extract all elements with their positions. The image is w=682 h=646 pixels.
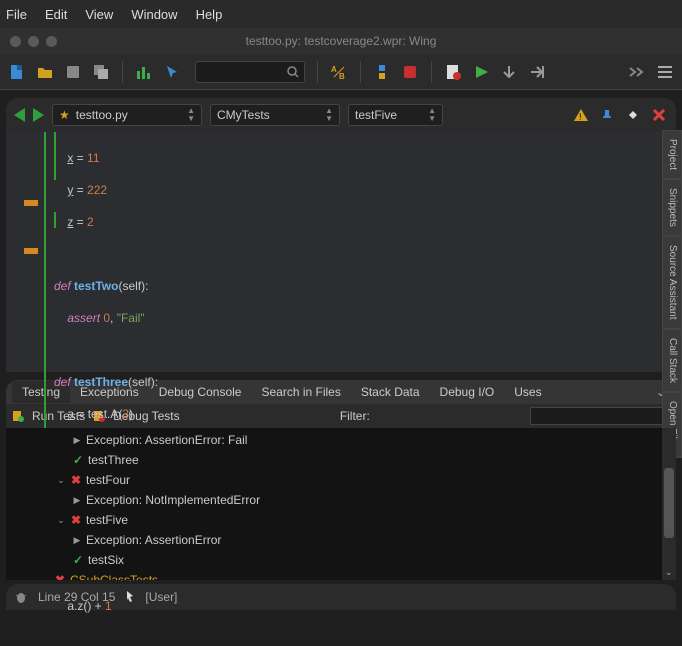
pin-icon[interactable]	[598, 106, 616, 124]
chevron-right-icon: ▶	[72, 535, 82, 546]
main-menu-bar: File Edit View Window Help	[0, 0, 682, 28]
python-icon[interactable]	[373, 63, 391, 81]
window-title: testtoo.py: testcoverage2.wpr: Wing	[246, 34, 437, 48]
tree-row-exception[interactable]: ▶Exception: AssertionError	[6, 530, 676, 550]
chevron-updown-icon: ▲▼	[325, 107, 333, 123]
main-toolbar: AB	[0, 54, 682, 90]
breakpoint-file-icon[interactable]	[444, 63, 462, 81]
tab-project[interactable]: Project	[662, 130, 682, 179]
chevron-down-icon: ⌄	[40, 575, 50, 581]
chevron-down-icon[interactable]: ⌄	[665, 567, 673, 578]
code-editor[interactable]: x = 11 y = 222 z = 2 def testTwo(self): …	[6, 132, 676, 372]
save-icon[interactable]	[64, 63, 82, 81]
tab-stack-data[interactable]: Stack Data	[351, 381, 430, 403]
tree-row-test[interactable]: ⌄✖testFive	[6, 510, 676, 530]
star-icon: ★	[59, 108, 70, 122]
gutter-marker[interactable]	[24, 200, 38, 206]
menu-file[interactable]: File	[6, 7, 27, 22]
file-dropdown-label: testtoo.py	[76, 108, 181, 122]
run-tests-icon	[12, 410, 24, 422]
editor-gutter[interactable]	[6, 132, 46, 372]
tab-uses[interactable]: Uses	[504, 381, 551, 403]
bug-icon[interactable]	[14, 590, 28, 604]
chevron-down-icon: ⌄	[56, 475, 66, 486]
menu-icon[interactable]	[656, 63, 674, 81]
open-file-icon[interactable]	[36, 63, 54, 81]
tree-row-class[interactable]: ⌄✖CSubClassTests	[6, 570, 676, 580]
bookmark-icon[interactable]	[624, 106, 642, 124]
nav-forward-button[interactable]	[33, 108, 44, 122]
filter-input[interactable]	[530, 407, 670, 425]
minimize-window-icon[interactable]	[28, 36, 39, 47]
tree-row-exception[interactable]: ▶Exception: NotImplementedError	[6, 490, 676, 510]
side-tool-tabs: Project Snippets Source Assistant Call S…	[662, 130, 682, 458]
tab-source-assistant[interactable]: Source Assistant	[662, 236, 682, 328]
run-icon[interactable]	[472, 63, 490, 81]
test-results-tree[interactable]: ▶Exception: AssertionError: Fail ✓testTh…	[6, 428, 676, 580]
search-icon	[287, 66, 299, 78]
tree-row-test[interactable]: ✓testSix	[6, 550, 676, 570]
chevron-down-icon: ⌄	[56, 515, 66, 526]
tab-call-stack[interactable]: Call Stack	[662, 329, 682, 392]
close-tab-icon[interactable]	[650, 106, 668, 124]
menu-help[interactable]: Help	[196, 7, 223, 22]
code-content[interactable]: x = 11 y = 222 z = 2 def testTwo(self): …	[46, 132, 168, 372]
pass-icon: ✓	[72, 453, 84, 467]
tab-debug-io[interactable]: Debug I/O	[430, 381, 505, 403]
search-box[interactable]	[195, 61, 305, 83]
step-over-icon[interactable]	[500, 63, 518, 81]
chevron-updown-icon: ▲▼	[187, 107, 195, 123]
svg-text:A: A	[331, 65, 337, 74]
code-nav-bar: ★ testtoo.py ▲▼ CMyTests ▲▼ testFive ▲▼ …	[6, 98, 676, 132]
diff-icon[interactable]: AB	[330, 63, 348, 81]
step-into-icon[interactable]	[528, 63, 546, 81]
pass-icon: ✓	[72, 553, 84, 567]
stop-icon[interactable]	[401, 63, 419, 81]
tab-snippets[interactable]: Snippets	[662, 179, 682, 236]
chevron-right-icon: ▶	[72, 435, 82, 446]
gutter-marker[interactable]	[24, 248, 38, 254]
tree-row-test[interactable]: ✓testThree	[6, 450, 676, 470]
method-dropdown[interactable]: testFive ▲▼	[348, 104, 443, 126]
file-dropdown[interactable]: ★ testtoo.py ▲▼	[52, 104, 202, 126]
close-window-icon[interactable]	[10, 36, 21, 47]
tab-search-in-files[interactable]: Search in Files	[251, 381, 350, 403]
svg-text:!: !	[579, 112, 582, 122]
method-dropdown-label: testFive	[355, 108, 422, 122]
chevron-right-icon: ▶	[72, 495, 82, 506]
class-dropdown[interactable]: CMyTests ▲▼	[210, 104, 340, 126]
window-controls[interactable]	[10, 36, 57, 47]
code-analysis-icon[interactable]	[135, 63, 153, 81]
menu-view[interactable]: View	[85, 7, 113, 22]
zoom-window-icon[interactable]	[46, 36, 57, 47]
tree-row-test[interactable]: ⌄✖testFour	[6, 470, 676, 490]
scrollbar-thumb[interactable]	[664, 468, 674, 538]
chevron-updown-icon: ▲▼	[428, 107, 436, 123]
fail-icon: ✖	[54, 573, 66, 580]
cursor-icon[interactable]	[163, 63, 181, 81]
menu-window[interactable]: Window	[131, 7, 177, 22]
tree-scrollbar[interactable]: ⌄	[662, 428, 676, 580]
new-file-icon[interactable]	[8, 63, 26, 81]
fail-icon: ✖	[70, 473, 82, 487]
warning-icon[interactable]: !	[572, 106, 590, 124]
filter-label: Filter:	[340, 409, 370, 423]
tree-row-exception[interactable]: ▶Exception: AssertionError: Fail	[6, 430, 676, 450]
fail-icon: ✖	[70, 513, 82, 527]
title-bar: testtoo.py: testcoverage2.wpr: Wing	[0, 28, 682, 54]
more-icon[interactable]	[628, 63, 646, 81]
menu-edit[interactable]: Edit	[45, 7, 67, 22]
nav-back-button[interactable]	[14, 108, 25, 122]
svg-text:B: B	[339, 72, 345, 81]
save-all-icon[interactable]	[92, 63, 110, 81]
class-dropdown-label: CMyTests	[217, 108, 319, 122]
